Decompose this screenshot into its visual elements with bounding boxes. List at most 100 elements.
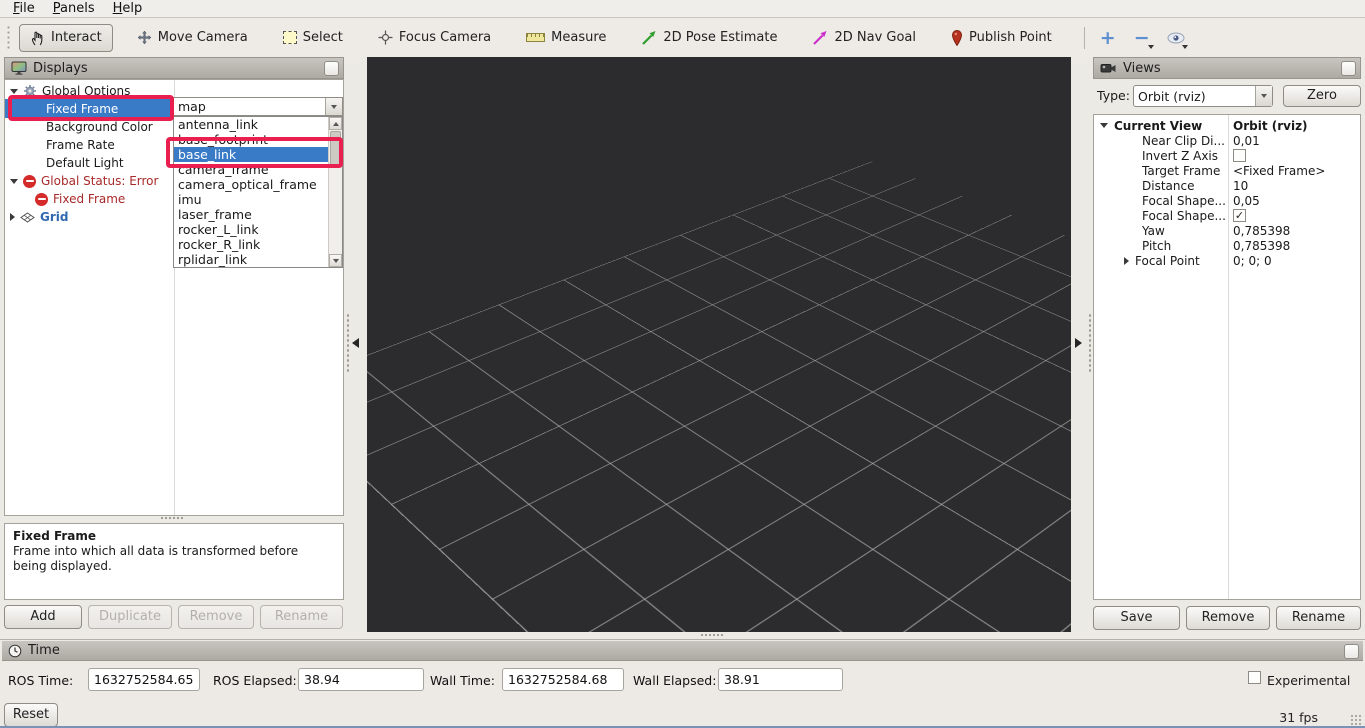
prop-label-near-clip[interactable]: Near Clip Di...	[1142, 133, 1225, 148]
frame-option[interactable]: laser_frame	[174, 207, 330, 222]
remove-view-button[interactable]: Remove	[1186, 606, 1270, 630]
collapse-right-arrow[interactable]	[1075, 338, 1082, 348]
ros-elapsed-label: ROS Elapsed:	[213, 673, 297, 688]
add-button[interactable]: Add	[4, 605, 82, 629]
3d-viewport[interactable]	[367, 57, 1071, 632]
scrollbar-thumb[interactable]	[330, 131, 341, 165]
remove-tool-button[interactable]: −	[1129, 25, 1155, 51]
tree-row-current-view[interactable]: Current View	[1100, 118, 1202, 133]
publish-point-tool-button[interactable]: Publish Point	[940, 24, 1063, 52]
splitter-handle[interactable]	[160, 516, 184, 521]
time-panel: Time ROS Time: ROS Elapsed: Wall Time: W…	[0, 639, 1365, 728]
expander-closed-icon[interactable]	[10, 213, 15, 221]
prop-label-distance[interactable]: Distance	[1142, 178, 1194, 193]
checkbox-checked[interactable]: ✓	[1233, 209, 1246, 222]
frame-option[interactable]: antenna_link	[174, 117, 330, 132]
prop-value-focal-shape-size[interactable]: 0,05	[1233, 193, 1260, 208]
prop-label-focal-shape-size[interactable]: Focal Shape...	[1142, 193, 1226, 208]
frame-option-selected[interactable]: base_link	[174, 147, 330, 162]
displays-panel-titlebar[interactable]: Displays	[4, 57, 344, 79]
scroll-up-button[interactable]	[329, 117, 342, 130]
interact-tool-button[interactable]: Interact	[19, 24, 113, 52]
tree-row-global-options[interactable]: Global Options	[5, 82, 174, 100]
prop-label-target-frame[interactable]: Target Frame	[1142, 163, 1220, 178]
tree-row-background-color[interactable]: Background Color	[5, 118, 174, 136]
remove-button[interactable]: Remove	[178, 605, 254, 629]
views-float-button[interactable]	[1341, 61, 1356, 76]
resize-grip[interactable]	[1350, 714, 1363, 727]
prop-value-focal-point[interactable]: 0; 0; 0	[1233, 253, 1272, 268]
frame-rate-label: Frame Rate	[46, 138, 115, 152]
frame-option[interactable]: imu	[174, 192, 330, 207]
view-type-combobox[interactable]: Orbit (rviz)	[1133, 85, 1273, 107]
prop-label-yaw[interactable]: Yaw	[1142, 223, 1165, 238]
rename-view-button[interactable]: Rename	[1276, 606, 1361, 630]
frame-option[interactable]: rocker_L_link	[174, 222, 330, 237]
checkbox-unchecked[interactable]	[1233, 149, 1246, 162]
rename-button[interactable]: Rename	[260, 605, 343, 629]
tree-row-frame-rate[interactable]: Frame Rate	[5, 136, 174, 154]
tree-row-focal-point[interactable]: Focal Point	[1124, 253, 1200, 268]
prop-value-near-clip[interactable]: 0,01	[1233, 133, 1260, 148]
nav-goal-tool-button[interactable]: 2D Nav Goal	[801, 24, 927, 52]
tree-row-fixed-frame[interactable]: Fixed Frame	[5, 100, 174, 118]
combobox-dropdown-button[interactable]	[325, 98, 342, 115]
fixed-frame-error-label: Fixed Frame	[53, 192, 125, 206]
prop-label-invert-z[interactable]: Invert Z Axis	[1142, 148, 1218, 163]
expander-closed-icon[interactable]	[1124, 257, 1129, 265]
menu-help[interactable]: Help	[104, 0, 152, 17]
reset-button[interactable]: Reset	[4, 703, 58, 727]
prop-label-focal-shape-fixed[interactable]: Focal Shape...	[1142, 208, 1226, 223]
select-tool-button[interactable]: Select	[272, 24, 354, 52]
background-color-label: Background Color	[46, 120, 153, 134]
prop-value-pitch[interactable]: 0,785398	[1233, 238, 1290, 253]
measure-tool-button[interactable]: Measure	[515, 24, 617, 52]
displays-float-button[interactable]	[324, 61, 339, 76]
toolbar-drag-handle[interactable]	[6, 25, 11, 51]
views-panel-titlebar[interactable]: Views	[1093, 57, 1361, 79]
fixed-frame-combobox[interactable]: map	[173, 97, 343, 116]
expander-open-icon[interactable]	[10, 89, 18, 94]
ros-elapsed-input[interactable]	[298, 668, 424, 691]
prop-value-distance[interactable]: 10	[1233, 178, 1248, 193]
combobox-dropdown-button[interactable]	[1255, 86, 1272, 106]
arrow-down-icon	[333, 259, 339, 263]
prop-value-yaw[interactable]: 0,785398	[1233, 223, 1290, 238]
frame-option[interactable]: rocker_R_link	[174, 237, 330, 252]
wall-time-input[interactable]	[502, 668, 624, 691]
experimental-checkbox[interactable]	[1248, 671, 1261, 684]
zero-button[interactable]: Zero	[1283, 85, 1361, 107]
ros-time-input[interactable]	[88, 668, 200, 691]
save-button[interactable]: Save	[1093, 606, 1180, 630]
visibility-tool-button[interactable]	[1163, 25, 1189, 51]
prop-label-pitch[interactable]: Pitch	[1142, 238, 1171, 253]
time-panel-titlebar[interactable]: Time	[2, 641, 1363, 661]
pose-estimate-tool-button[interactable]: 2D Pose Estimate	[630, 24, 788, 52]
splitter-handle[interactable]	[1088, 313, 1092, 373]
scroll-down-button[interactable]	[329, 254, 342, 267]
frame-option[interactable]: rplidar_link	[174, 252, 330, 267]
tree-row-global-status[interactable]: Global Status: Error	[5, 172, 174, 190]
frame-option[interactable]: camera_optical_frame	[174, 177, 330, 192]
menu-file[interactable]: File	[4, 0, 44, 17]
frame-option[interactable]: camera_frame	[174, 162, 330, 177]
move-camera-tool-button[interactable]: Move Camera	[126, 24, 259, 52]
menu-panels[interactable]: Panels	[44, 0, 104, 17]
dropdown-scrollbar[interactable]	[328, 117, 342, 267]
collapse-left-arrow[interactable]	[352, 338, 359, 348]
frame-option[interactable]: base_footprint	[174, 132, 330, 147]
tree-row-default-light[interactable]: Default Light	[5, 154, 174, 172]
focus-camera-tool-button[interactable]: Focus Camera	[367, 24, 502, 52]
wall-elapsed-input[interactable]	[718, 668, 843, 691]
splitter-handle[interactable]	[346, 313, 350, 373]
splitter-handle[interactable]	[700, 633, 724, 637]
expander-open-icon[interactable]	[10, 179, 18, 184]
add-tool-button[interactable]: +	[1095, 25, 1121, 51]
ros-time-label: ROS Time:	[8, 673, 73, 688]
tree-row-grid[interactable]: Grid	[5, 208, 174, 226]
time-float-button[interactable]	[1344, 644, 1359, 659]
duplicate-button[interactable]: Duplicate	[88, 605, 172, 629]
expander-open-icon[interactable]	[1100, 123, 1108, 128]
tree-row-fixed-frame-error[interactable]: Fixed Frame	[5, 190, 174, 208]
prop-value-target-frame[interactable]: <Fixed Frame>	[1233, 163, 1325, 178]
